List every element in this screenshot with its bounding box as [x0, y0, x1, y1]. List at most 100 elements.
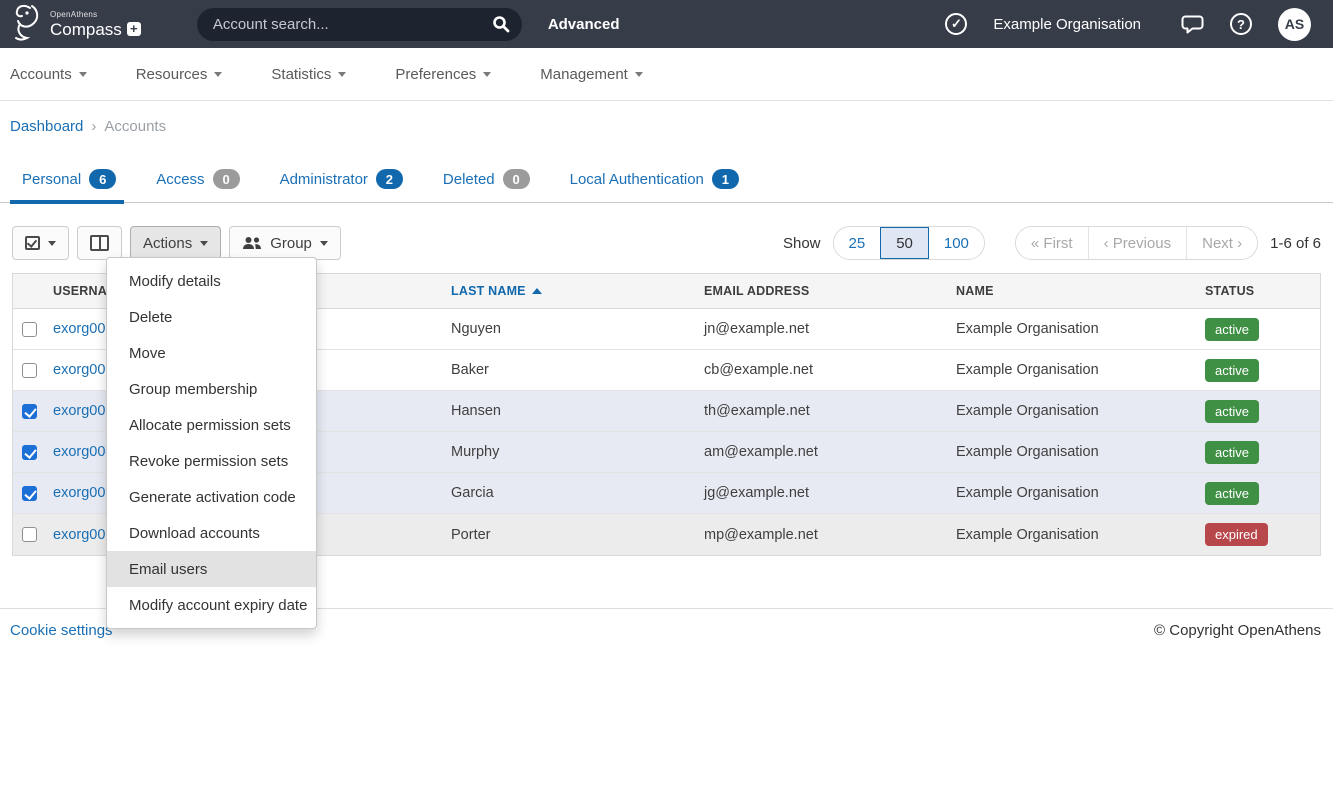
tab-local-authentication[interactable]: Local Authentication 1: [570, 169, 739, 202]
show-label: Show: [783, 235, 821, 252]
menu-item-modify-details[interactable]: Modify details: [107, 263, 316, 299]
name-cell: Example Organisation: [948, 321, 1197, 337]
next-page-button[interactable]: Next ›: [1186, 227, 1257, 259]
name-cell: Example Organisation: [948, 403, 1197, 419]
table-toolbar: Actions Group Show 25 50 100 « First ‹ P…: [12, 226, 1321, 260]
menu-item-revoke-permission-sets[interactable]: Revoke permission sets: [107, 443, 316, 479]
sort-ascending-icon: [532, 288, 542, 294]
page-size-50-button[interactable]: 50: [880, 227, 929, 259]
status-badge: active: [1205, 318, 1259, 341]
row-checkbox[interactable]: [22, 445, 37, 460]
tab-count-badge: 6: [89, 169, 116, 189]
nav-item-management[interactable]: Management: [540, 66, 643, 83]
menu-item-move[interactable]: Move: [107, 335, 316, 371]
menu-item-download-accounts[interactable]: Download accounts: [107, 515, 316, 551]
account-tabs: Personal 6 Access 0 Administrator 2 Dele…: [0, 135, 1333, 203]
email-cell: jn@example.net: [696, 321, 948, 337]
tab-administrator[interactable]: Administrator 2: [280, 169, 403, 202]
status-badge: expired: [1205, 523, 1268, 546]
chevron-down-icon: [483, 72, 491, 77]
account-search-input[interactable]: [213, 16, 492, 33]
breadcrumb-current: Accounts: [104, 118, 166, 135]
checkbox-icon: [25, 236, 40, 250]
row-checkbox[interactable]: [22, 404, 37, 419]
top-bar: OpenAthens Compass Advanced ✓ Example Or…: [0, 0, 1333, 48]
chevron-down-icon: [200, 241, 208, 246]
status-badge: active: [1205, 441, 1259, 464]
name-cell: Example Organisation: [948, 485, 1197, 501]
user-avatar[interactable]: AS: [1278, 8, 1311, 41]
menu-item-generate-activation-code[interactable]: Generate activation code: [107, 479, 316, 515]
column-header-name[interactable]: NAME: [948, 284, 1197, 298]
page-size-100-button[interactable]: 100: [929, 227, 984, 259]
breadcrumb: Dashboard › Accounts: [0, 101, 1333, 135]
status-badge: active: [1205, 482, 1259, 505]
name-cell: Example Organisation: [948, 527, 1197, 543]
row-checkbox[interactable]: [22, 322, 37, 337]
organisation-name: Example Organisation: [993, 16, 1141, 33]
openathens-owl-icon: [10, 2, 44, 47]
group-people-icon: [242, 236, 262, 251]
last-name-cell: Nguyen: [443, 321, 696, 337]
email-cell: cb@example.net: [696, 362, 948, 378]
help-icon[interactable]: ?: [1230, 13, 1252, 35]
tab-access[interactable]: Access 0: [156, 169, 239, 202]
row-checkbox[interactable]: [22, 486, 37, 501]
menu-item-delete[interactable]: Delete: [107, 299, 316, 335]
chevron-down-icon: [214, 72, 222, 77]
first-page-button[interactable]: « First: [1016, 227, 1088, 259]
tab-count-badge: 0: [503, 169, 530, 189]
chevron-down-icon: [48, 241, 56, 246]
status-check-circle-icon[interactable]: ✓: [945, 13, 967, 35]
last-name-cell: Porter: [443, 527, 696, 543]
pagination-group: « First ‹ Previous Next ›: [1015, 226, 1258, 260]
columns-icon: [90, 235, 109, 251]
actions-dropdown-button[interactable]: Actions: [130, 226, 221, 260]
menu-item-allocate-permission-sets[interactable]: Allocate permission sets: [107, 407, 316, 443]
feedback-chat-icon[interactable]: [1181, 14, 1204, 35]
nav-item-resources[interactable]: Resources: [136, 66, 223, 83]
account-search-box: [197, 8, 522, 41]
menu-item-email-users[interactable]: Email users: [107, 551, 316, 587]
column-header-email[interactable]: EMAIL ADDRESS: [696, 284, 948, 298]
copyright-text: © Copyright OpenAthens: [1154, 622, 1321, 639]
email-cell: am@example.net: [696, 444, 948, 460]
advanced-search-link[interactable]: Advanced: [548, 16, 620, 33]
row-checkbox[interactable]: [22, 527, 37, 542]
brand-large-label: Compass: [50, 21, 122, 38]
tab-personal[interactable]: Personal 6: [22, 169, 116, 202]
last-name-cell: Murphy: [443, 444, 696, 460]
chevron-down-icon: [79, 72, 87, 77]
search-icon[interactable]: [492, 15, 510, 33]
nav-item-preferences[interactable]: Preferences: [395, 66, 491, 83]
brand-logo[interactable]: OpenAthens Compass: [10, 2, 141, 47]
breadcrumb-separator: ›: [91, 118, 96, 135]
previous-page-button[interactable]: ‹ Previous: [1088, 227, 1187, 259]
email-cell: th@example.net: [696, 403, 948, 419]
column-settings-button[interactable]: [77, 226, 122, 260]
status-badge: active: [1205, 359, 1259, 382]
cookie-settings-link[interactable]: Cookie settings: [10, 622, 113, 639]
menu-item-modify-account-expiry-date[interactable]: Modify account expiry date: [107, 587, 316, 623]
nav-item-statistics[interactable]: Statistics: [271, 66, 346, 83]
last-name-cell: Garcia: [443, 485, 696, 501]
main-nav: Accounts Resources Statistics Preference…: [0, 48, 1333, 101]
last-name-cell: Hansen: [443, 403, 696, 419]
column-header-last-name[interactable]: LAST NAME: [443, 284, 696, 298]
tab-count-badge: 2: [376, 169, 403, 189]
name-cell: Example Organisation: [948, 362, 1197, 378]
page-size-25-button[interactable]: 25: [834, 227, 881, 259]
nav-item-accounts[interactable]: Accounts: [10, 66, 87, 83]
select-all-dropdown-button[interactable]: [12, 226, 69, 260]
breadcrumb-dashboard-link[interactable]: Dashboard: [10, 118, 83, 135]
email-cell: jg@example.net: [696, 485, 948, 501]
result-range-label: 1-6 of 6: [1270, 235, 1321, 252]
last-name-cell: Baker: [443, 362, 696, 378]
status-badge: active: [1205, 400, 1259, 423]
row-checkbox[interactable]: [22, 363, 37, 378]
tab-deleted[interactable]: Deleted 0: [443, 169, 530, 202]
email-cell: mp@example.net: [696, 527, 948, 543]
group-dropdown-button[interactable]: Group: [229, 226, 341, 260]
column-header-status[interactable]: STATUS: [1197, 284, 1320, 298]
menu-item-group-membership[interactable]: Group membership: [107, 371, 316, 407]
